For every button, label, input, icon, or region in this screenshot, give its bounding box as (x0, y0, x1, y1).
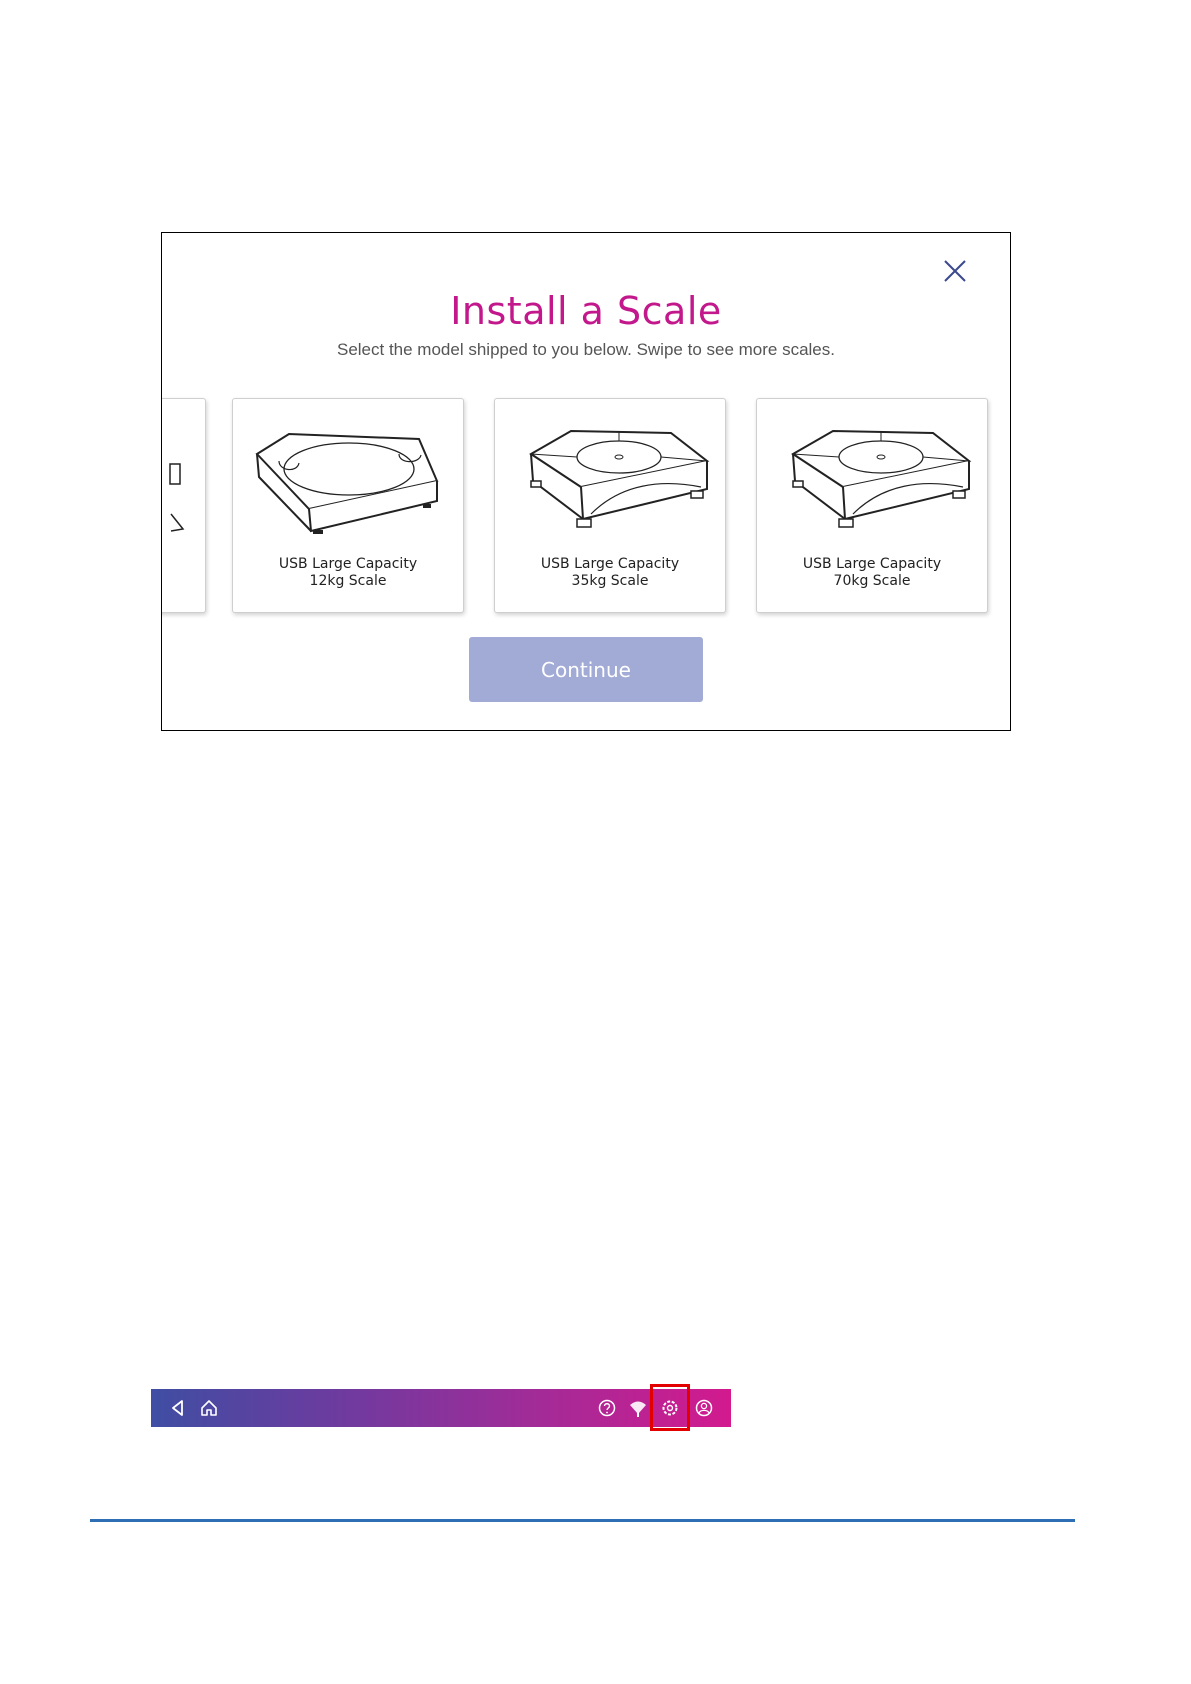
scale-card-12kg[interactable]: USB Large Capacity 12kg Scale (232, 398, 464, 613)
close-icon[interactable] (937, 253, 973, 289)
scale-illustration-70kg (791, 429, 972, 528)
dialog-title: Install a Scale (450, 289, 722, 333)
scale-label-12kg: USB Large Capacity 12kg Scale (278, 556, 418, 589)
back-icon[interactable] (168, 1398, 188, 1418)
scale-illustration-35kg (529, 429, 710, 528)
scale-illustration-12kg (255, 432, 439, 534)
scale-card-partial[interactable] (162, 398, 206, 613)
scale-card-35kg[interactable]: USB Large Capacity 35kg Scale (494, 398, 726, 613)
home-icon[interactable] (199, 1398, 219, 1418)
scale-card-70kg[interactable]: USB Large Capacity 70kg Scale (756, 398, 988, 613)
continue-button[interactable]: Continue (469, 637, 703, 702)
device-navbar (151, 1384, 731, 1431)
help-icon[interactable] (597, 1398, 617, 1418)
account-icon[interactable] (694, 1398, 714, 1418)
scale-label-35kg: USB Large Capacity 35kg Scale (540, 556, 680, 589)
install-scale-screenshot: Install a Scale Select the model shipped… (161, 232, 1011, 731)
dialog-subtitle: Select the model shipped to you below. S… (336, 340, 835, 359)
scale-illustration-partial (169, 463, 185, 532)
scale-label-70kg: USB Large Capacity 70kg Scale (802, 556, 942, 589)
page-footer-rule (90, 1519, 1075, 1522)
settings-highlight-box (650, 1384, 690, 1431)
network-icon[interactable] (628, 1398, 648, 1418)
